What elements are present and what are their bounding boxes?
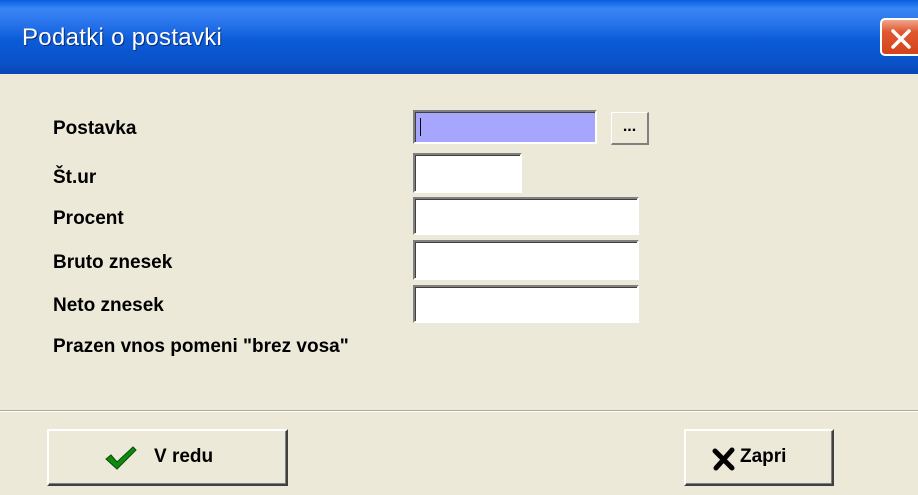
label-postavka: Postavka: [53, 118, 137, 139]
x-icon: [712, 447, 735, 471]
zapri-button[interactable]: Zapri: [684, 429, 834, 486]
title-bar[interactable]: Podatki o postavki: [0, 0, 918, 74]
close-icon: [891, 29, 911, 49]
window-close-button[interactable]: [880, 18, 918, 56]
check-icon: [105, 446, 137, 470]
procent-input[interactable]: [413, 197, 639, 235]
st-ur-input[interactable]: [413, 153, 522, 193]
dialog-window: Podatki o postavki Postavka ... Št.ur Pr…: [0, 0, 918, 495]
zapri-button-label: Zapri: [740, 446, 787, 467]
ok-button[interactable]: V redu: [47, 429, 288, 486]
postavka-input[interactable]: [413, 110, 597, 144]
empty-entry-note: Prazen vnos pomeni "brez vosa": [53, 336, 349, 357]
neto-znesek-input[interactable]: [413, 285, 639, 323]
bruto-znesek-input[interactable]: [413, 240, 639, 280]
browse-button[interactable]: ...: [611, 112, 649, 145]
ok-button-label: V redu: [154, 446, 214, 467]
label-neto-znesek: Neto znesek: [53, 295, 164, 316]
separator: [0, 410, 918, 412]
label-bruto-znesek: Bruto znesek: [53, 252, 173, 273]
text-caret: [420, 118, 421, 136]
label-procent: Procent: [53, 208, 124, 229]
window-title: Podatki o postavki: [22, 24, 223, 51]
label-st-ur: Št.ur: [53, 167, 97, 188]
dialog-body: Postavka ... Št.ur Procent Bruto znesek …: [0, 74, 918, 495]
